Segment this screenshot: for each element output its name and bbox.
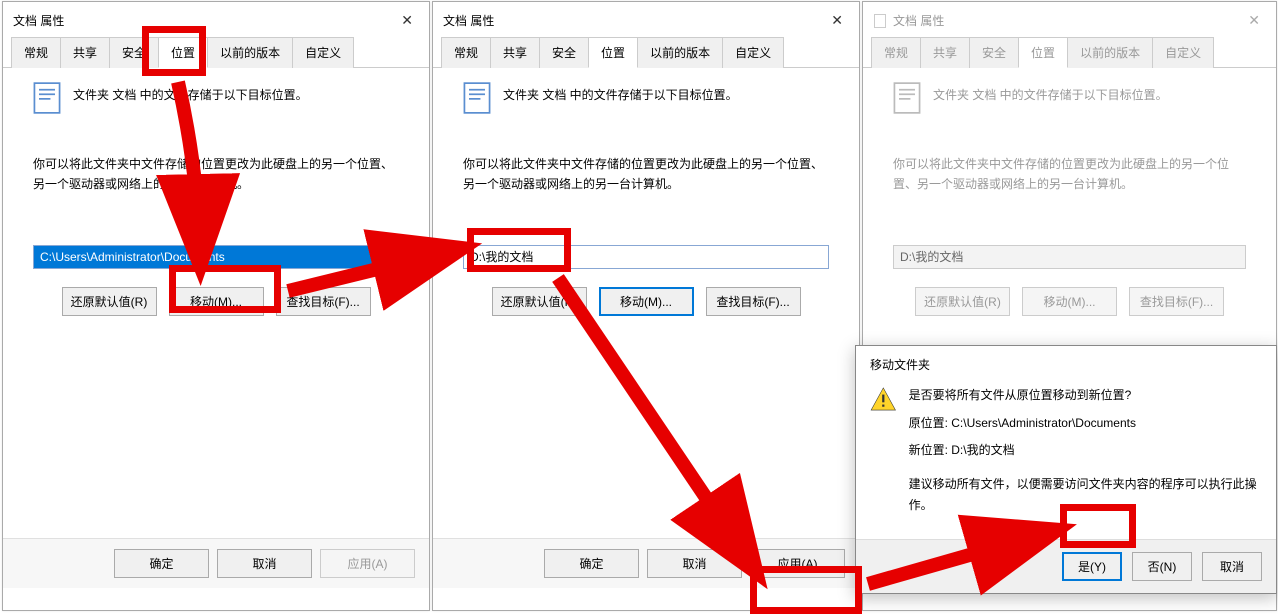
dialog-title: 文档 属性 (893, 12, 944, 29)
confirm-title: 移动文件夹 (856, 346, 1276, 381)
document-icon (33, 82, 61, 114)
bottom-bar: 确定 取消 应用(A) (433, 538, 859, 588)
cancel-confirm-button[interactable]: 取消 (1202, 552, 1262, 581)
move-confirm-dialog: 移动文件夹 是否要将所有文件从原位置移动到新位置? 原位置: C:\Users\… (855, 345, 1277, 594)
tab-custom: 自定义 (1152, 37, 1214, 68)
no-button[interactable]: 否(N) (1132, 552, 1192, 581)
close-icon[interactable]: ✕ (825, 10, 849, 31)
tab-general: 常规 (871, 37, 921, 68)
confirm-bottom: 是(Y) 否(N) 取消 (856, 539, 1276, 593)
ok-button[interactable]: 确定 (114, 549, 209, 578)
tab-custom[interactable]: 自定义 (292, 37, 354, 68)
tab-content: 文件夹 文档 中的文件存储于以下目标位置。 你可以将此文件夹中文件存储的位置更改… (433, 68, 859, 538)
document-icon (463, 82, 491, 114)
title-bar: 文档 属性 ✕ (3, 2, 429, 37)
cancel-button[interactable]: 取消 (647, 549, 742, 578)
tab-security[interactable]: 安全 (539, 37, 589, 68)
tab-location: 位置 (1018, 37, 1068, 68)
tabs: 常规 共享 安全 位置 以前的版本 自定义 (433, 37, 859, 68)
confirm-body: 是否要将所有文件从原位置移动到新位置? 原位置: C:\Users\Admini… (856, 381, 1276, 539)
properties-dialog-1: 文档 属性 ✕ 常规 共享 安全 位置 以前的版本 自定义 文件夹 文档 中的文… (2, 1, 430, 611)
confirm-question: 是否要将所有文件从原位置移动到新位置? (909, 385, 1262, 407)
close-icon[interactable]: ✕ (395, 10, 419, 31)
desc-text: 文件夹 文档 中的文件存储于以下目标位置。 (503, 82, 738, 104)
apply-button[interactable]: 应用(A) (750, 549, 845, 578)
note-text: 你可以将此文件夹中文件存储的位置更改为此硬盘上的另一个位置、另一个驱动器或网络上… (33, 154, 399, 195)
tab-previous: 以前的版本 (1067, 37, 1153, 68)
confirm-old: 原位置: C:\Users\Administrator\Documents (909, 413, 1262, 435)
yes-button[interactable]: 是(Y) (1062, 552, 1122, 581)
confirm-new: 新位置: D:\我的文档 (909, 440, 1262, 462)
move-button[interactable]: 移动(M)... (599, 287, 694, 316)
confirm-suggest: 建议移动所有文件，以便需要访问文件夹内容的程序可以执行此操作。 (909, 474, 1262, 517)
title-bar: 文档 属性 ✕ (863, 2, 1276, 37)
move-button[interactable]: 移动(M)... (169, 287, 264, 316)
tab-content: 文件夹 文档 中的文件存储于以下目标位置。 你可以将此文件夹中文件存储的位置更改… (3, 68, 429, 538)
dialog-title: 文档 属性 (443, 12, 494, 29)
path-input (893, 245, 1246, 269)
tab-share[interactable]: 共享 (60, 37, 110, 68)
document-icon (893, 82, 921, 114)
ok-button[interactable]: 确定 (544, 549, 639, 578)
properties-dialog-2: 文档 属性 ✕ 常规 共享 安全 位置 以前的版本 自定义 文件夹 文档 中的文… (432, 1, 860, 611)
restore-button: 还原默认值(R) (915, 287, 1010, 316)
find-button[interactable]: 查找目标(F)... (276, 287, 371, 316)
restore-button[interactable]: 还原默认值(R) (492, 287, 587, 316)
move-button: 移动(M)... (1022, 287, 1117, 316)
tab-location[interactable]: 位置 (588, 37, 638, 68)
close-icon[interactable]: ✕ (1242, 10, 1266, 31)
tab-custom[interactable]: 自定义 (722, 37, 784, 68)
apply-button[interactable]: 应用(A) (320, 549, 415, 578)
restore-button[interactable]: 还原默认值(R) (62, 287, 157, 316)
tabs: 常规 共享 安全 位置 以前的版本 自定义 (3, 37, 429, 68)
note-text: 你可以将此文件夹中文件存储的位置更改为此硬盘上的另一个位置、另一个驱动器或网络上… (463, 154, 829, 195)
document-icon (873, 14, 887, 28)
find-button[interactable]: 查找目标(F)... (706, 287, 801, 316)
tabs: 常规 共享 安全 位置 以前的版本 自定义 (863, 37, 1276, 68)
tab-share: 共享 (920, 37, 970, 68)
tab-previous[interactable]: 以前的版本 (207, 37, 293, 68)
tab-security: 安全 (969, 37, 1019, 68)
title-bar: 文档 属性 ✕ (433, 2, 859, 37)
desc-text: 文件夹 文档 中的文件存储于以下目标位置。 (73, 82, 308, 104)
dialog-title: 文档 属性 (13, 12, 64, 29)
desc-text: 文件夹 文档 中的文件存储于以下目标位置。 (933, 82, 1168, 104)
bottom-bar: 确定 取消 应用(A) (3, 538, 429, 588)
find-button: 查找目标(F)... (1129, 287, 1224, 316)
tab-security[interactable]: 安全 (109, 37, 159, 68)
tab-share[interactable]: 共享 (490, 37, 540, 68)
tab-previous[interactable]: 以前的版本 (637, 37, 723, 68)
path-input[interactable] (33, 245, 399, 269)
note-text: 你可以将此文件夹中文件存储的位置更改为此硬盘上的另一个位置、另一个驱动器或网络上… (893, 154, 1246, 195)
tab-location[interactable]: 位置 (158, 37, 208, 68)
tab-general[interactable]: 常规 (11, 37, 61, 68)
warning-icon (870, 385, 897, 413)
path-input[interactable] (463, 245, 829, 269)
tab-general[interactable]: 常规 (441, 37, 491, 68)
cancel-button[interactable]: 取消 (217, 549, 312, 578)
